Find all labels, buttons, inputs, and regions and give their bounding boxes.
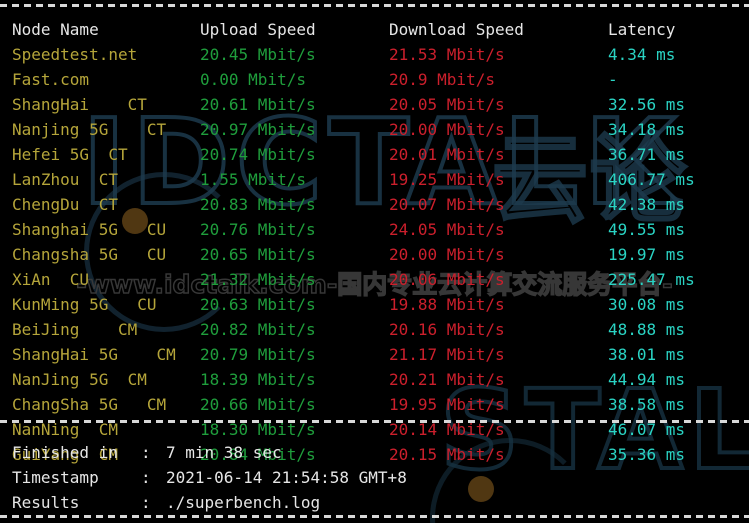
cell-latency: 19.97 ms bbox=[608, 245, 686, 264]
cell-upload-speed: 20.97 Mbit/s bbox=[200, 120, 316, 139]
cell-node-name: NanJing 5G CM bbox=[12, 370, 147, 389]
summary-row-timestamp: Timestamp : 2021-06-14 21:54:58 GMT+8 bbox=[0, 465, 749, 490]
cell-node-name: BeiJing CM bbox=[12, 320, 138, 339]
separator-top bbox=[0, 4, 749, 7]
column-header-node-name: Node Name bbox=[12, 20, 99, 39]
summary-colon: : bbox=[141, 468, 151, 487]
table-row: Shanghai 5G CU 20.76 Mbit/s 24.05 Mbit/s… bbox=[0, 217, 749, 242]
column-header-download-speed: Download Speed bbox=[389, 20, 524, 39]
table-row: BeiJing CM 20.82 Mbit/s 20.16 Mbit/s 48.… bbox=[0, 317, 749, 342]
cell-upload-speed: 0.00 Mbit/s bbox=[200, 70, 306, 89]
cell-node-name: Hefei 5G CT bbox=[12, 145, 128, 164]
cell-upload-speed: 20.83 Mbit/s bbox=[200, 195, 316, 214]
cell-latency: 38.58 ms bbox=[608, 395, 686, 414]
cell-latency: 225.47 ms bbox=[608, 270, 695, 289]
cell-latency: - bbox=[608, 70, 618, 89]
table-row: ShangHai CT 20.61 Mbit/s 20.05 Mbit/s 32… bbox=[0, 92, 749, 117]
cell-upload-speed: 20.74 Mbit/s bbox=[200, 145, 316, 164]
cell-download-speed: 20.01 Mbit/s bbox=[389, 145, 505, 164]
summary-colon: : bbox=[141, 493, 151, 512]
cell-latency: 30.08 ms bbox=[608, 295, 686, 314]
table-row: ChangSha 5G CM 20.66 Mbit/s 19.95 Mbit/s… bbox=[0, 392, 749, 417]
cell-latency: 44.94 ms bbox=[608, 370, 686, 389]
table-row: NanJing 5G CM 18.39 Mbit/s 20.21 Mbit/s … bbox=[0, 367, 749, 392]
summary-colon: : bbox=[141, 443, 151, 462]
cell-node-name: ChengDu CT bbox=[12, 195, 118, 214]
cell-latency: 49.55 ms bbox=[608, 220, 686, 239]
cell-latency: 34.18 ms bbox=[608, 120, 686, 139]
cell-node-name: XiAn CU bbox=[12, 270, 90, 289]
cell-download-speed: 21.53 Mbit/s bbox=[389, 45, 505, 64]
cell-upload-speed: 18.39 Mbit/s bbox=[200, 370, 316, 389]
summary-label: Finished in bbox=[12, 443, 118, 462]
cell-node-name: Shanghai 5G CU bbox=[12, 220, 167, 239]
cell-node-name: KunMing 5G CU bbox=[12, 295, 157, 314]
cell-node-name: ChangSha 5G CM bbox=[12, 395, 167, 414]
table-row: ChengDu CT 20.83 Mbit/s 20.07 Mbit/s 42.… bbox=[0, 192, 749, 217]
cell-node-name: Speedtest.net bbox=[12, 45, 138, 64]
cell-latency: 32.56 ms bbox=[608, 95, 686, 114]
cell-latency: 42.38 ms bbox=[608, 195, 686, 214]
table-row: KunMing 5G CU 20.63 Mbit/s 19.88 Mbit/s … bbox=[0, 292, 749, 317]
cell-node-name: LanZhou CT bbox=[12, 170, 118, 189]
cell-upload-speed: 20.82 Mbit/s bbox=[200, 320, 316, 339]
cell-node-name: ShangHai 5G CM bbox=[12, 345, 176, 364]
summary-value: ./superbench.log bbox=[166, 493, 321, 512]
cell-node-name: Fast.com bbox=[12, 70, 90, 89]
column-header-latency: Latency bbox=[608, 20, 676, 39]
cell-node-name: ShangHai CT bbox=[12, 95, 147, 114]
cell-upload-speed: 20.61 Mbit/s bbox=[200, 95, 316, 114]
cell-download-speed: 20.07 Mbit/s bbox=[389, 195, 505, 214]
cell-upload-speed: 20.79 Mbit/s bbox=[200, 345, 316, 364]
separator-bottom bbox=[0, 515, 749, 518]
table-row: Nanjing 5G CT 20.97 Mbit/s 20.00 Mbit/s … bbox=[0, 117, 749, 142]
cell-latency: 406.77 ms bbox=[608, 170, 695, 189]
cell-upload-speed: 20.76 Mbit/s bbox=[200, 220, 316, 239]
table-row: Speedtest.net 20.45 Mbit/s 21.53 Mbit/s … bbox=[0, 42, 749, 67]
table-row: LanZhou CT 1.55 Mbit/s 19.25 Mbit/s 406.… bbox=[0, 167, 749, 192]
cell-latency: 4.34 ms bbox=[608, 45, 676, 64]
cell-upload-speed: 20.65 Mbit/s bbox=[200, 245, 316, 264]
cell-download-speed: 19.95 Mbit/s bbox=[389, 395, 505, 414]
table-row: XiAn CU 21.32 Mbit/s 20.06 Mbit/s 225.47… bbox=[0, 267, 749, 292]
cell-download-speed: 24.05 Mbit/s bbox=[389, 220, 505, 239]
cell-download-speed: 19.25 Mbit/s bbox=[389, 170, 505, 189]
cell-download-speed: 20.9 Mbit/s bbox=[389, 70, 495, 89]
cell-download-speed: 20.16 Mbit/s bbox=[389, 320, 505, 339]
summary-row-finished-in: Finished in : 7 min 38 sec bbox=[0, 440, 749, 465]
summary-label: Results bbox=[12, 493, 80, 512]
cell-download-speed: 20.06 Mbit/s bbox=[389, 270, 505, 289]
summary-value: 2021-06-14 21:54:58 GMT+8 bbox=[166, 468, 407, 487]
summary-value: 7 min 38 sec bbox=[166, 443, 282, 462]
cell-upload-speed: 20.45 Mbit/s bbox=[200, 45, 316, 64]
cell-download-speed: 20.05 Mbit/s bbox=[389, 95, 505, 114]
table-row: ShangHai 5G CM 20.79 Mbit/s 21.17 Mbit/s… bbox=[0, 342, 749, 367]
cell-download-speed: 20.21 Mbit/s bbox=[389, 370, 505, 389]
cell-node-name: Nanjing 5G CT bbox=[12, 120, 167, 139]
cell-download-speed: 20.00 Mbit/s bbox=[389, 245, 505, 264]
cell-upload-speed: 1.55 Mbit/s bbox=[200, 170, 306, 189]
cell-download-speed: 21.17 Mbit/s bbox=[389, 345, 505, 364]
cell-upload-speed: 20.66 Mbit/s bbox=[200, 395, 316, 414]
summary-row-results: Results : ./superbench.log bbox=[0, 490, 749, 515]
terminal-window: IDCTALK 云论 STALK -www.idctalk.com-国内专业云计… bbox=[0, 0, 749, 523]
cell-upload-speed: 20.63 Mbit/s bbox=[200, 295, 316, 314]
cell-download-speed: 19.88 Mbit/s bbox=[389, 295, 505, 314]
table-row: Changsha 5G CU 20.65 Mbit/s 20.00 Mbit/s… bbox=[0, 242, 749, 267]
cell-latency: 38.01 ms bbox=[608, 345, 686, 364]
cell-download-speed: 20.00 Mbit/s bbox=[389, 120, 505, 139]
cell-latency: 36.71 ms bbox=[608, 145, 686, 164]
cell-node-name: Changsha 5G CU bbox=[12, 245, 167, 264]
column-header-upload-speed: Upload Speed bbox=[200, 20, 316, 39]
table-header-row: Node Name Upload Speed Download Speed La… bbox=[0, 17, 749, 42]
cell-latency: 48.88 ms bbox=[608, 320, 686, 339]
table-row: Fast.com 0.00 Mbit/s 20.9 Mbit/s - bbox=[0, 67, 749, 92]
separator-middle bbox=[0, 420, 749, 423]
cell-upload-speed: 21.32 Mbit/s bbox=[200, 270, 316, 289]
summary-label: Timestamp bbox=[12, 468, 99, 487]
table-row: Hefei 5G CT 20.74 Mbit/s 20.01 Mbit/s 36… bbox=[0, 142, 749, 167]
